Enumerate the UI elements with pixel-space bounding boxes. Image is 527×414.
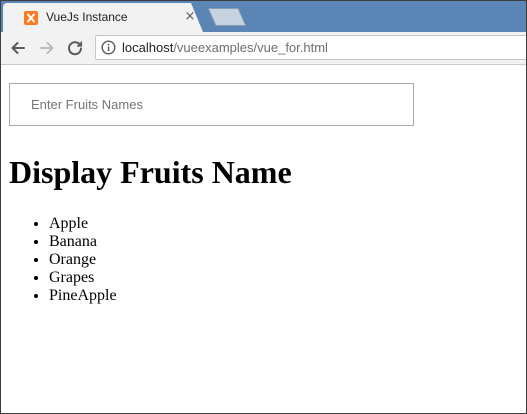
page-content: Display Fruits Name Apple Banana Orange … bbox=[1, 65, 526, 413]
fruit-list-item: Grapes bbox=[49, 269, 117, 287]
tab-vuejs-instance[interactable]: VueJs Instance × bbox=[3, 3, 203, 32]
fruit-name-input[interactable] bbox=[9, 83, 414, 126]
url-path: /vueexamples/vue_for.html bbox=[173, 40, 328, 55]
url-host: localhost bbox=[122, 40, 174, 55]
forward-arrow-icon[interactable] bbox=[38, 39, 56, 57]
browser-window: VueJs Instance × localhost/vueexamples/v… bbox=[0, 0, 527, 414]
fruit-list: Apple Banana Orange Grapes PineApple bbox=[9, 215, 117, 305]
info-icon[interactable] bbox=[101, 40, 116, 55]
fruit-list-item: Banana bbox=[49, 233, 117, 251]
fruit-list-item: Apple bbox=[49, 215, 117, 233]
browser-toolbar: localhost/vueexamples/vue_for.html bbox=[1, 32, 526, 65]
tab-strip: VueJs Instance × bbox=[1, 1, 526, 32]
back-arrow-icon[interactable] bbox=[9, 39, 27, 57]
fruit-list-item: PineApple bbox=[49, 287, 117, 305]
xampp-icon bbox=[24, 11, 38, 25]
page-heading: Display Fruits Name bbox=[9, 154, 292, 190]
tab-close-icon[interactable]: × bbox=[183, 10, 197, 24]
address-bar[interactable]: localhost/vueexamples/vue_for.html bbox=[95, 35, 526, 60]
reload-icon[interactable] bbox=[66, 39, 84, 57]
url-text: localhost/vueexamples/vue_for.html bbox=[122, 40, 328, 55]
fruit-list-item: Orange bbox=[49, 251, 117, 269]
tab-title: VueJs Instance bbox=[46, 10, 128, 24]
